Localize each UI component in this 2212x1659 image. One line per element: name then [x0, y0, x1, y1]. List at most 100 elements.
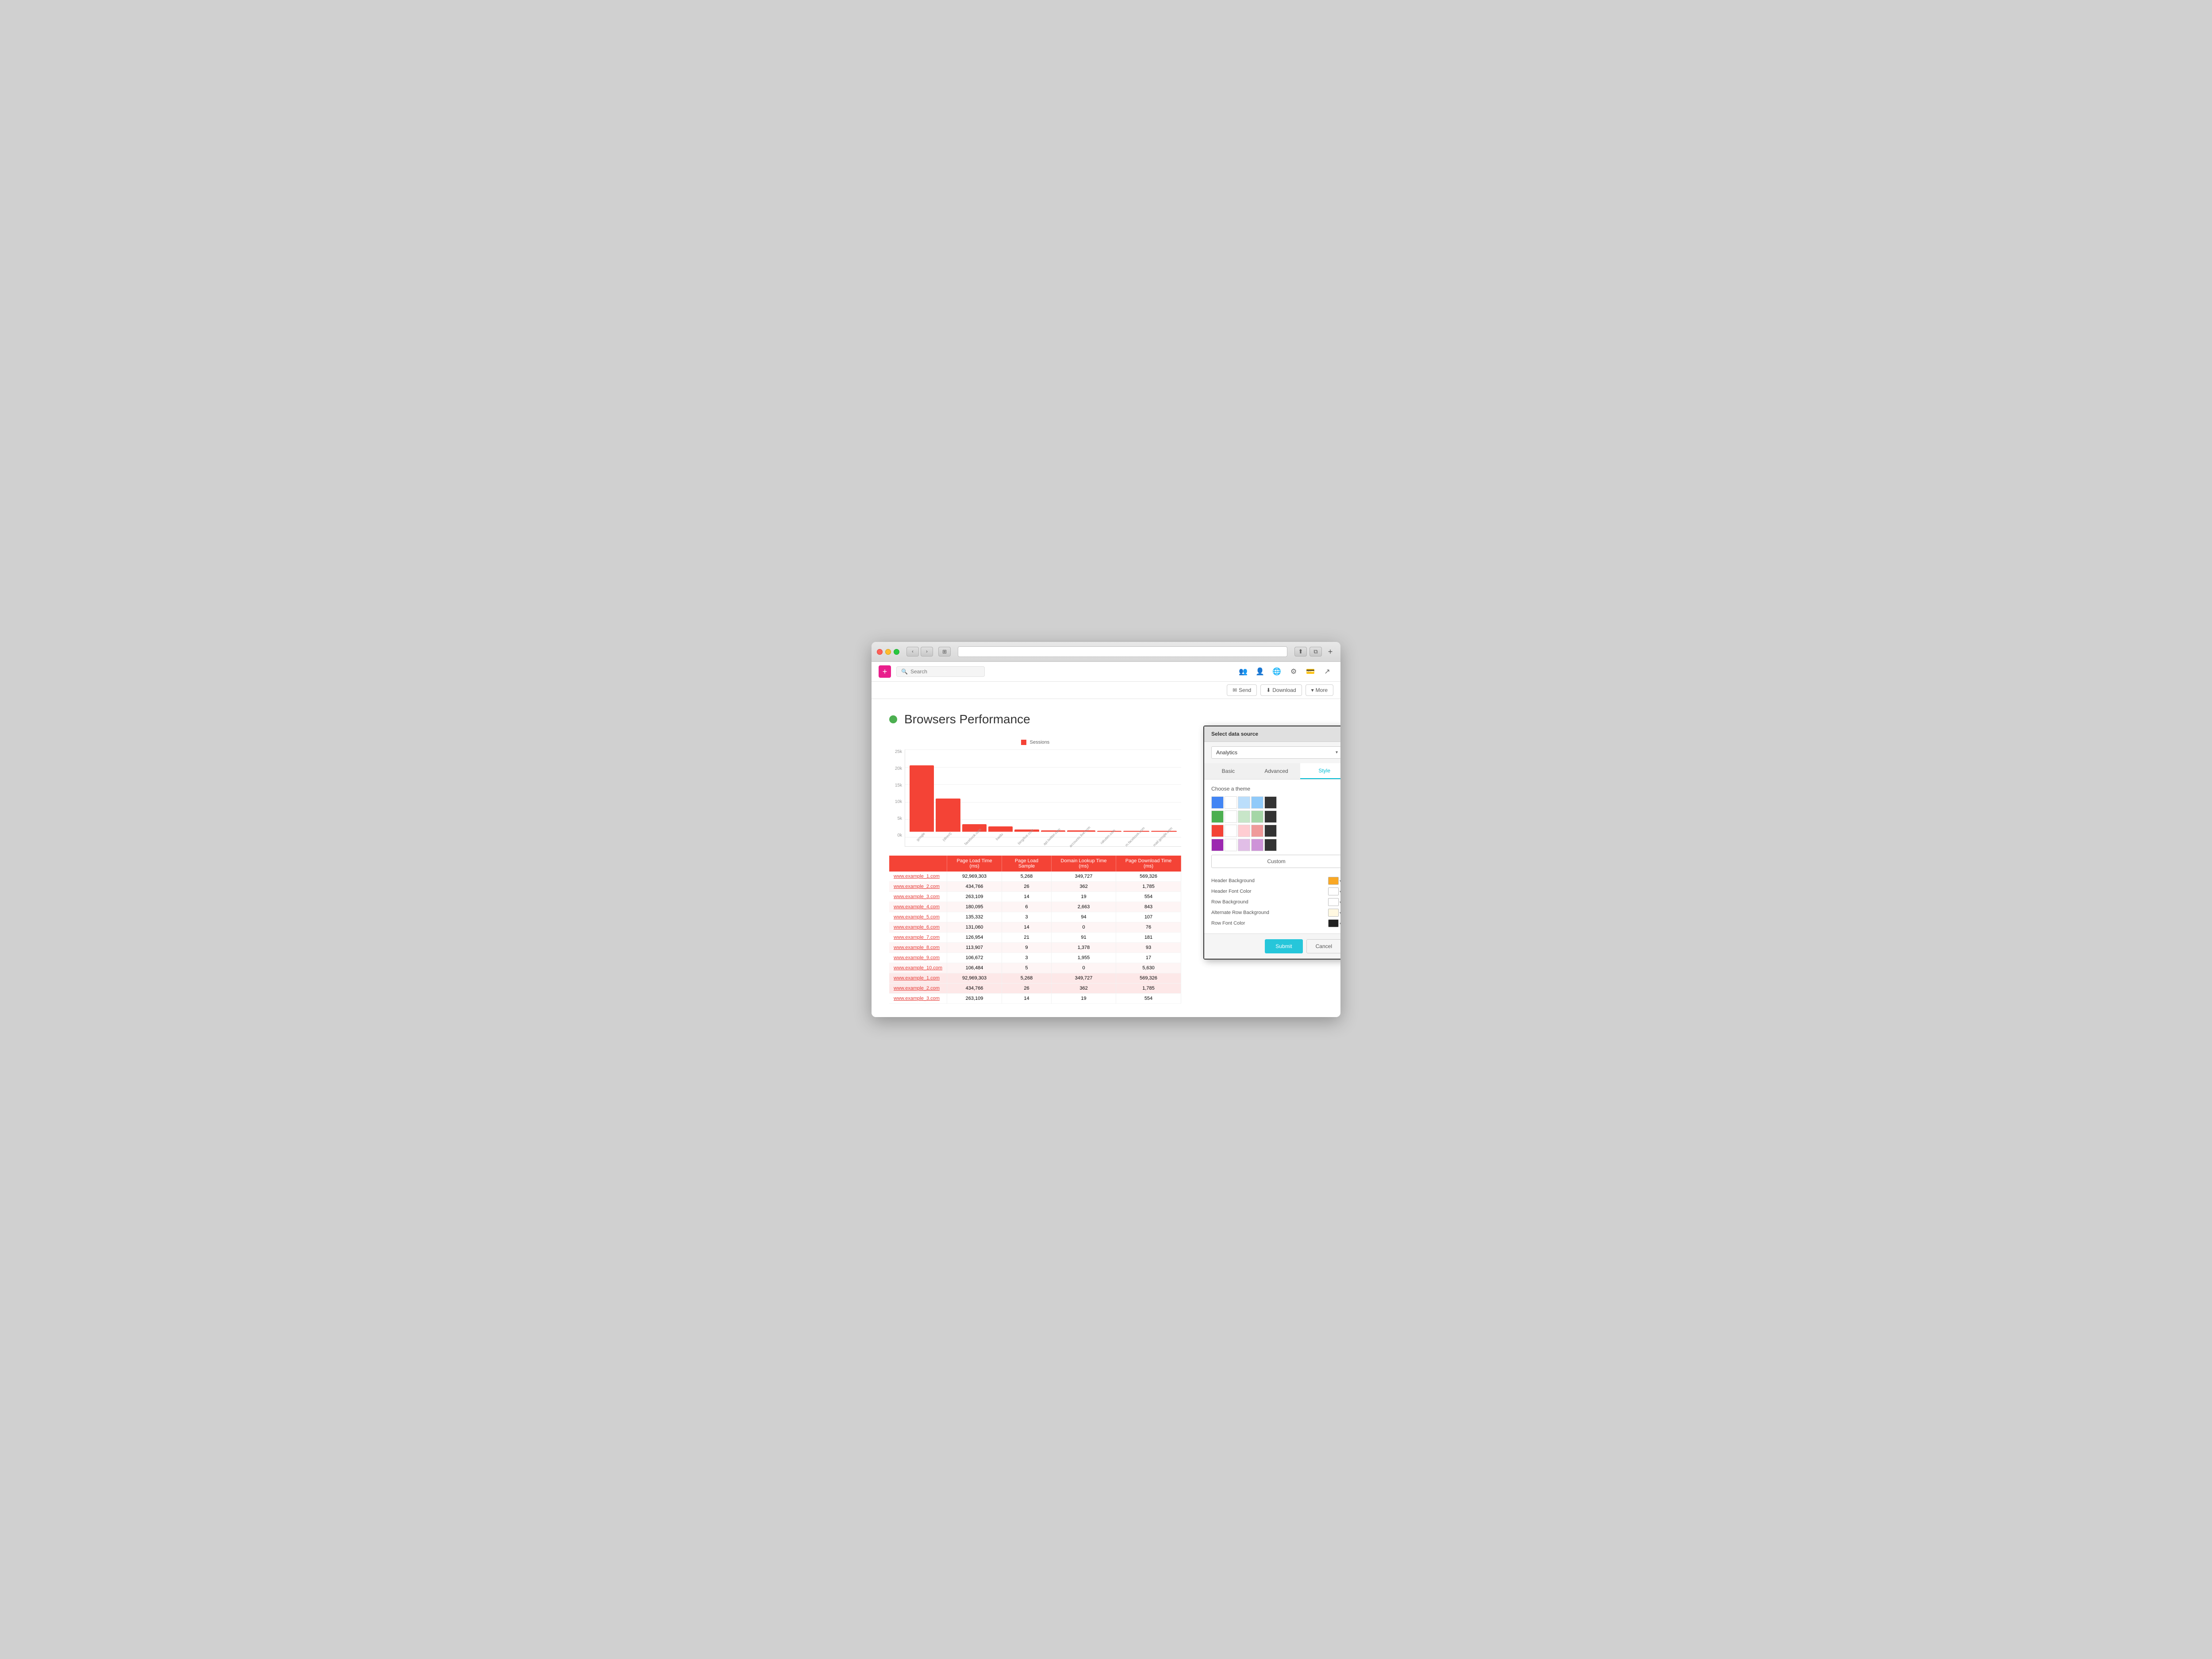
theme-swatch[interactable]: [1264, 839, 1277, 851]
table-cell-site[interactable]: www.example_8.com: [889, 943, 947, 953]
theme-swatch[interactable]: [1264, 825, 1277, 837]
theme-swatch[interactable]: [1238, 796, 1250, 809]
traffic-light-green[interactable]: [894, 649, 899, 655]
bar-item: facebook.com: [962, 824, 987, 837]
table-cell-dlt: 349,727: [1052, 973, 1116, 983]
theme-swatch[interactable]: [1264, 810, 1277, 823]
theme-swatch[interactable]: [1225, 839, 1237, 851]
theme-section-label: Choose a theme: [1211, 786, 1340, 792]
duplicate-button[interactable]: ⧉: [1310, 647, 1322, 657]
col-header-dlt: Domain Lookup Time (ms): [1052, 856, 1116, 872]
table-cell-site[interactable]: www.example_1.com: [889, 973, 947, 983]
more-button[interactable]: ▾ More: [1306, 684, 1333, 696]
theme-swatch[interactable]: [1251, 796, 1263, 809]
table-cell-site[interactable]: www.example_5.com: [889, 912, 947, 922]
table-cell-site[interactable]: www.example_10.com: [889, 963, 947, 973]
chart-area: 25k 20k 15k 10k 5k 0k: [889, 749, 1181, 847]
color-picker-row_font_color[interactable]: ▾: [1328, 919, 1340, 927]
table-cell-pdt: 1,785: [1116, 983, 1181, 994]
tab-style[interactable]: Style: [1300, 763, 1340, 779]
search-input[interactable]: [910, 668, 980, 675]
traffic-light-red[interactable]: [877, 649, 883, 655]
theme-swatch[interactable]: [1211, 839, 1224, 851]
share-button[interactable]: ⬆: [1294, 647, 1307, 657]
sidebar-toggle-button[interactable]: ⊞: [938, 647, 951, 657]
download-button[interactable]: ⬇ Download: [1260, 684, 1302, 696]
table-cell-site[interactable]: www.example_3.com: [889, 994, 947, 1004]
bar-item: accounts.live.com: [1067, 830, 1095, 837]
new-item-button[interactable]: +: [879, 665, 891, 678]
color-picker-header_font_color[interactable]: ▾: [1328, 887, 1340, 895]
table-row: www.example_2.com434,766263621,785: [889, 882, 1181, 892]
table-cell-site[interactable]: www.example_9.com: [889, 953, 947, 963]
panel-body: Choose a theme: [1204, 780, 1340, 933]
theme-swatch[interactable]: [1251, 839, 1263, 851]
nav-back-button[interactable]: ‹: [906, 647, 919, 657]
color-option-label-header_font_color: Header Font Color: [1211, 889, 1252, 894]
theme-swatch[interactable]: [1211, 796, 1224, 809]
table-cell-site[interactable]: www.example_7.com: [889, 933, 947, 943]
bar-x-label: accounts.live.com: [1068, 826, 1091, 848]
theme-row-green: [1211, 810, 1340, 823]
bar: [1123, 831, 1149, 832]
cancel-button[interactable]: Cancel: [1306, 939, 1340, 953]
wallet-icon[interactable]: 💳: [1304, 665, 1317, 678]
theme-swatch[interactable]: [1211, 825, 1224, 837]
action-toolbar: ✉ Send ⬇ Download ▾ More: [872, 682, 1340, 699]
datasource-select[interactable]: Analytics Ads Search Console: [1211, 746, 1340, 759]
tab-advanced[interactable]: Advanced: [1252, 763, 1301, 779]
settings-icon[interactable]: ⚙: [1287, 665, 1300, 678]
datasource-panel: Select data source Analytics Ads Search …: [1203, 726, 1340, 960]
color-picker-header_background[interactable]: ▾: [1328, 877, 1340, 885]
theme-swatch[interactable]: [1251, 825, 1263, 837]
table-cell-site[interactable]: www.example_4.com: [889, 902, 947, 912]
table-cell-site[interactable]: www.example_2.com: [889, 983, 947, 994]
table-row: www.example_5.com135,332394107: [889, 912, 1181, 922]
traffic-light-yellow[interactable]: [885, 649, 891, 655]
bars-container: google(direct)facebook.combaidubing/live…: [905, 749, 1181, 837]
theme-swatch[interactable]: [1264, 796, 1277, 809]
add-tab-button[interactable]: +: [1325, 647, 1335, 657]
table-cell-site[interactable]: www.example_3.com: [889, 892, 947, 902]
table-cell-pdt: 93: [1116, 943, 1181, 953]
table-cell-pdt: 107: [1116, 912, 1181, 922]
theme-swatch[interactable]: [1238, 839, 1250, 851]
table-row: www.example_1.com92,969,3035,268349,7275…: [889, 973, 1181, 983]
table-cell-pdt: 5,630: [1116, 963, 1181, 973]
submit-button[interactable]: Submit: [1265, 939, 1302, 953]
theme-swatch[interactable]: [1211, 810, 1224, 823]
bar-x-label: baidu: [995, 832, 1004, 841]
theme-swatch[interactable]: [1225, 810, 1237, 823]
send-button[interactable]: ✉ Send: [1227, 684, 1257, 696]
theme-swatch[interactable]: [1238, 810, 1250, 823]
table-cell-pls: 21: [1002, 933, 1051, 943]
app-toolbar: + 🔍 👥 👤 🌐 ⚙ 💳 ↗: [872, 662, 1340, 682]
table-row: www.example_8.com113,90791,37893: [889, 943, 1181, 953]
theme-swatch[interactable]: [1225, 825, 1237, 837]
table-cell-site[interactable]: www.example_2.com: [889, 882, 947, 892]
table-cell-site[interactable]: www.example_6.com: [889, 922, 947, 933]
bar: [988, 826, 1013, 832]
custom-button[interactable]: Custom: [1211, 855, 1340, 868]
table-row: www.example_3.com263,1091419554: [889, 892, 1181, 902]
nav-forward-button[interactable]: ›: [921, 647, 933, 657]
contacts-icon[interactable]: 👥: [1237, 665, 1249, 678]
profile-icon[interactable]: 👤: [1254, 665, 1266, 678]
address-bar[interactable]: [958, 646, 1287, 657]
table-cell-site[interactable]: www.example_1.com: [889, 872, 947, 882]
theme-swatch[interactable]: [1238, 825, 1250, 837]
color-picker-alt_row_background[interactable]: ▾: [1328, 909, 1340, 917]
color-picker-row_background[interactable]: ▾: [1328, 898, 1340, 906]
page-title: Browsers Performance: [904, 712, 1030, 726]
tab-basic[interactable]: Basic: [1204, 763, 1252, 779]
table-row: www.example_3.com263,1091419554: [889, 994, 1181, 1004]
chart-plot: google(direct)facebook.combaidubing/live…: [905, 749, 1181, 847]
table-row: www.example_6.com131,06014076: [889, 922, 1181, 933]
globe-icon[interactable]: 🌐: [1271, 665, 1283, 678]
search-bar: 🔍: [896, 666, 985, 677]
color-swatch-alt_row_background: [1328, 909, 1339, 917]
table-cell-dlt: 362: [1052, 983, 1116, 994]
theme-swatch[interactable]: [1251, 810, 1263, 823]
theme-swatch[interactable]: [1225, 796, 1237, 809]
export-icon[interactable]: ↗: [1321, 665, 1333, 678]
